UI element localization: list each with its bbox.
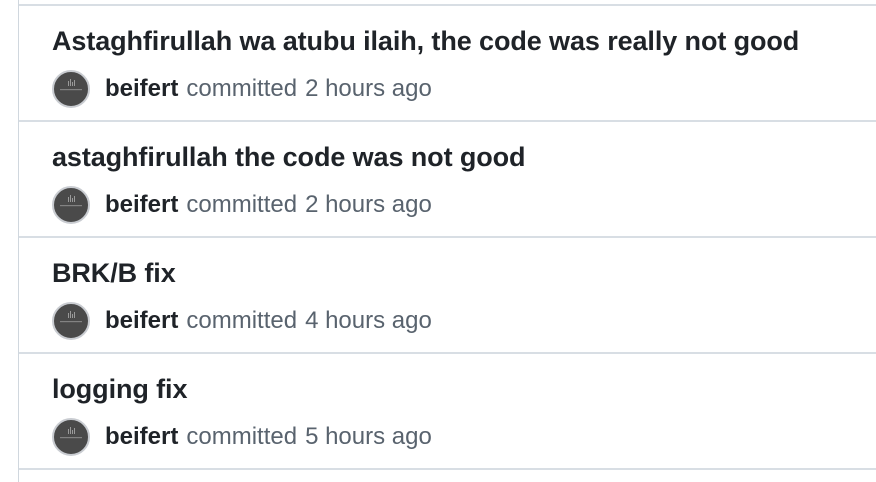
commit-list: Astaghfirullah wa atubu ilaih, the code … [18,0,876,482]
commit-time[interactable]: 5 hours ago [305,423,432,451]
commit-row-partial [19,468,876,482]
commit-title-link[interactable]: Astaghfirullah wa atubu ilaih, the code … [52,26,799,57]
avatar-logo-icon [60,195,82,207]
author-link[interactable]: beifert [105,75,178,103]
commit-row: BRK/B fix beifert committed 4 hours ago [19,236,876,352]
commit-time[interactable]: 2 hours ago [305,75,432,103]
avatar-logo-icon [60,311,82,323]
author-link[interactable]: beifert [105,307,178,335]
commit-row: astaghfirullah the code was not good bei… [19,120,876,236]
avatar[interactable] [52,418,90,456]
commit-meta: beifert committed 2 hours ago [52,68,432,110]
commit-time[interactable]: 4 hours ago [305,307,432,335]
avatar-logo-icon [60,427,82,439]
commit-meta: beifert committed 5 hours ago [52,416,432,458]
avatar[interactable] [52,302,90,340]
commit-action-text: committed [186,191,298,218]
avatar[interactable] [52,70,90,108]
commit-meta: beifert committed 2 hours ago [52,184,432,226]
avatar-logo-icon [60,79,82,91]
commit-row: Astaghfirullah wa atubu ilaih, the code … [19,4,876,120]
commit-action-text: committed [186,307,298,334]
commit-meta: beifert committed 4 hours ago [52,300,432,342]
avatar[interactable] [52,186,90,224]
author-link[interactable]: beifert [105,423,178,451]
commit-title-link[interactable]: logging fix [52,374,187,405]
commit-title-link[interactable]: BRK/B fix [52,258,176,289]
commit-row: logging fix beifert committed 5 hours ag… [19,352,876,468]
commit-title-link[interactable]: astaghfirullah the code was not good [52,142,526,173]
commit-action-text: committed [186,423,298,450]
commit-action-text: committed [186,75,298,102]
author-link[interactable]: beifert [105,191,178,219]
commit-time[interactable]: 2 hours ago [305,191,432,219]
